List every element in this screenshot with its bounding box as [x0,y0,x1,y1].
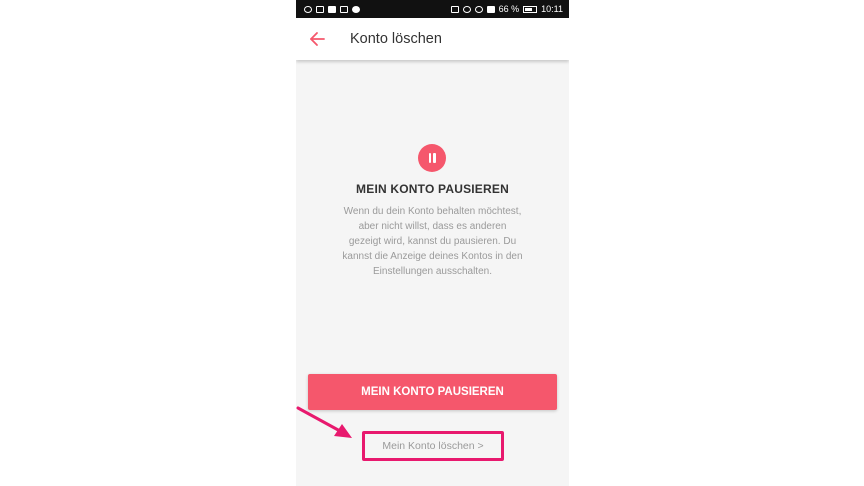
status-bar: 66 % 10:11 [296,0,569,18]
status-time: 10:11 [541,4,563,14]
signal-icon [486,5,495,13]
facebook-icon [328,5,336,13]
pause-icon [418,144,446,172]
battery-percent: 66 % [498,4,520,14]
arrow-left-icon[interactable] [308,29,328,49]
vibrate-icon [462,5,471,13]
wifi-icon [474,5,483,13]
image-icon [340,5,348,13]
section-heading: MEIN KONTO PAUSIEREN [356,182,509,196]
heart-rate-icon [304,5,312,13]
pause-account-button[interactable]: MEIN KONTO PAUSIEREN [308,374,557,410]
cloud-icon [352,5,360,13]
page-title: Konto löschen [350,31,442,47]
annotation-arrow-icon [296,406,352,438]
status-bar-notifications [304,0,360,18]
delete-account-link[interactable]: Mein Konto löschen > [362,431,504,461]
battery-icon [523,5,538,13]
nfc-icon [450,5,459,13]
app-bar: Konto löschen [296,18,569,60]
status-bar-system: 66 % 10:11 [450,0,563,18]
copy-icon [316,5,324,13]
section-description: Wenn du dein Konto behalten möchtest, ab… [342,206,523,277]
